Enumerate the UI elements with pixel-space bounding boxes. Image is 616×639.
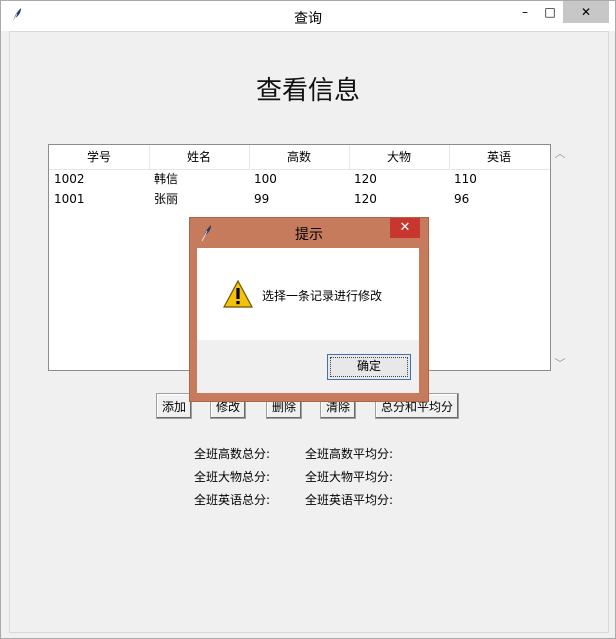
cell-math: 100: [254, 172, 277, 186]
col-header-name[interactable]: 姓名: [149, 145, 250, 169]
dialog-message: 选择一条记录进行修改: [262, 289, 383, 303]
cell-english: 96: [454, 192, 470, 206]
table-header: 学号 姓名 高数 大物 英语: [49, 145, 550, 170]
english-average-label: 全班英语平均分:: [305, 493, 394, 507]
add-button[interactable]: 添加: [156, 393, 192, 419]
cell-id: 1002: [54, 172, 85, 186]
focus-ring: [330, 357, 408, 377]
page-title: 查看信息: [255, 76, 360, 106]
english-total-label: 全班英语总分:: [194, 493, 271, 507]
physics-total-label: 全班大物总分:: [194, 470, 271, 484]
dialog-close-button[interactable]: ✕: [390, 218, 420, 238]
minimize-button[interactable]: –: [511, 1, 539, 23]
col-header-math[interactable]: 高数: [249, 145, 350, 169]
col-header-english[interactable]: 英语: [449, 145, 549, 169]
cell-physics: 120: [354, 192, 377, 206]
physics-average-label: 全班大物平均分:: [305, 470, 394, 484]
col-header-physics[interactable]: 大物: [349, 145, 450, 169]
cell-name: 韩信: [154, 172, 179, 186]
scroll-up-arrow-icon[interactable]: ︿: [553, 145, 567, 161]
scroll-down-arrow-icon[interactable]: ﹀: [553, 355, 567, 371]
table-row[interactable]: 1001 张丽 99 120 96: [49, 189, 550, 209]
table-row[interactable]: 1002 韩信 100 120 110: [49, 169, 550, 189]
close-button[interactable]: ✕: [563, 1, 609, 23]
warning-dialog: 提示 ✕ 选择一条记录进行修改 确定: [189, 217, 429, 402]
cell-physics: 120: [354, 172, 377, 186]
cell-id: 1001: [54, 192, 85, 206]
col-header-id[interactable]: 学号: [49, 145, 150, 169]
cell-english: 110: [454, 172, 477, 186]
cell-name: 张丽: [154, 192, 179, 206]
warning-icon: [223, 280, 253, 308]
dialog-title-bar[interactable]: 提示 ✕: [190, 218, 428, 248]
ok-button[interactable]: 确定: [327, 354, 411, 380]
cell-math: 99: [254, 192, 270, 206]
title-bar: 查询 – □ ✕: [1, 1, 615, 31]
math-average-label: 全班高数平均分:: [305, 447, 394, 461]
maximize-button[interactable]: □: [536, 1, 564, 23]
math-total-label: 全班高数总分:: [194, 447, 271, 461]
